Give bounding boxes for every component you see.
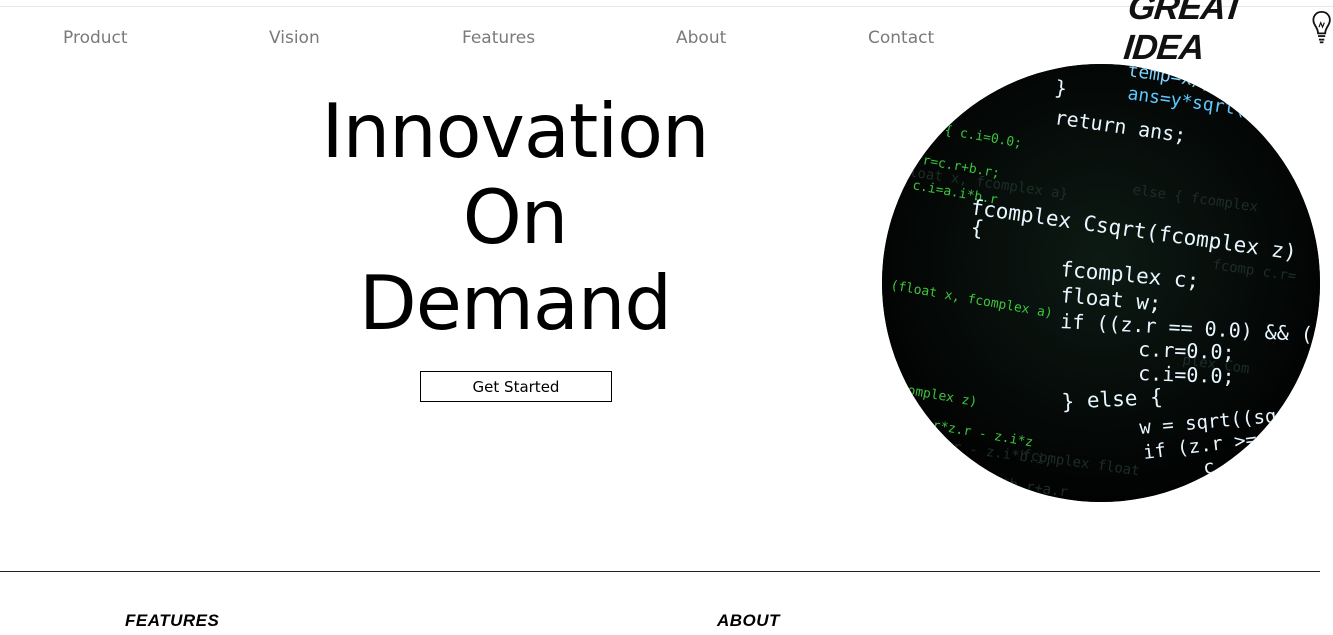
code-line: c.r: [1202, 453, 1239, 479]
section-divider: [0, 571, 1320, 572]
code-image: {float x, fcomplex a} else { fcomplex fc…: [882, 64, 1320, 502]
brand-logo[interactable]: GREAT IDEA: [1122, 0, 1333, 67]
nav-vision-link[interactable]: Vision: [269, 28, 320, 48]
hero-title: Innovation On Demand: [290, 88, 740, 346]
code-line: c.r=0.0;: [1138, 337, 1235, 364]
logo-text: GREAT IDEA: [1121, 0, 1246, 67]
get-started-button[interactable]: Get Started: [420, 371, 612, 402]
hero-title-line-2: On: [462, 173, 569, 261]
features-heading: FEATURES: [125, 611, 220, 630]
nav-about-link[interactable]: About: [676, 28, 726, 48]
nav-product-link[interactable]: Product: [63, 28, 128, 48]
hero-title-line-1: Innovation: [321, 87, 709, 175]
nav-contact-link[interactable]: Contact: [868, 28, 934, 48]
lightbulb-icon: [1312, 11, 1331, 44]
about-heading: ABOUT: [717, 611, 780, 630]
hero-title-line-3: Demand: [358, 259, 672, 347]
code-image-graphic: {float x, fcomplex a} else { fcomplex fc…: [882, 64, 1320, 502]
nav-features-link[interactable]: Features: [462, 28, 535, 48]
